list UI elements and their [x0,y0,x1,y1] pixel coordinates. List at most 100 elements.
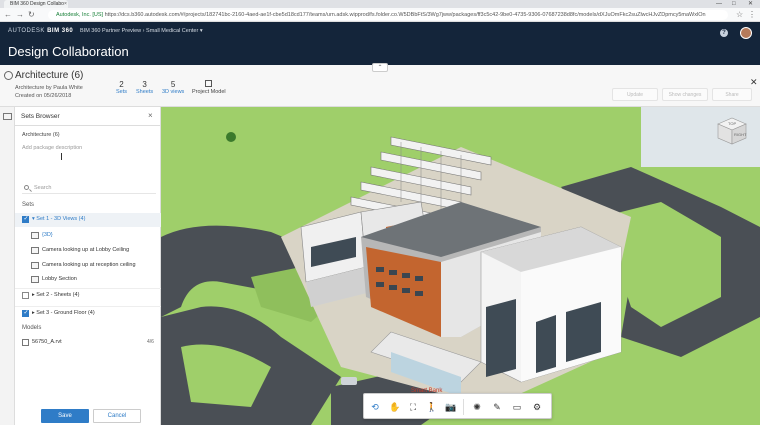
checkbox[interactable] [22,292,29,299]
package-name-field[interactable]: Architecture (6) [22,132,60,138]
back-icon[interactable]: ← [4,10,12,20]
stat-num: 3 [142,80,147,89]
set-label: ▸ Set 2 - Sheets (4) [32,292,80,298]
camera-icon[interactable]: 📷 [444,400,458,414]
page-title: Design Collaboration [8,44,129,59]
model-file-icon [22,339,29,346]
viewcube-icon[interactable]: TOP RIGHT [712,112,750,150]
sets-header: Sets [22,202,35,208]
stat-sheets[interactable]: 3 Sheets [136,80,153,95]
project-model-button[interactable]: Project Model [192,80,226,95]
viewer-toolbar: ⟲ ✋ ⛶ 🚶 📷 ✺ ✎ ▭ ⚙ [363,393,552,419]
text-cursor [61,153,62,160]
avatar[interactable] [740,27,752,39]
close-window-icon[interactable]: ✕ [748,0,753,8]
model-row[interactable]: 56750_A.rvt 4/6 [15,336,161,350]
search-input[interactable]: Search [22,183,156,194]
model-viewer-canvas[interactable]: Smart Bank [161,107,760,425]
url-text: https://dcs.b360.autodesk.com/#/projects… [104,12,706,18]
tab-title: BIM 360 Design Collabo [10,1,64,7]
show-changes-button[interactable]: Show changes [662,88,708,101]
view-label: Lobby Section [42,276,77,282]
section-view-icon [31,276,39,283]
set-row-3[interactable]: ▸ Set 3 - Ground Floor (4) [15,306,161,320]
menu-icon[interactable]: ⋮ [748,10,756,20]
camera-view-icon [31,262,39,269]
stat-num: 2 [119,80,124,89]
brand-logo[interactable]: AUTODESK BIM 360 [8,28,73,34]
stat-label: Sheets [136,89,154,95]
save-button[interactable]: Save [41,409,89,423]
package-author: Architecture by Paula White [15,85,83,91]
search-placeholder: Search [34,185,52,191]
pan-icon[interactable]: ✋ [388,400,402,414]
viewcube-right-label: RIGHT [734,132,747,137]
update-button[interactable]: Update [612,88,658,101]
help-icon[interactable]: ? [720,29,728,37]
models-header: Models [22,325,42,331]
stat-label: Sets [116,89,128,95]
stat-sets[interactable]: 2 Sets [116,80,127,95]
checkbox[interactable] [22,309,29,317]
set-label: ▾ Set 1 - 3D Views (4) [32,216,86,222]
view-label: Camera looking up at Lobby Ceiling [42,247,130,253]
browser-tab[interactable]: BIM 360 Design Collabo × [4,0,68,8]
view-row[interactable]: Camera looking up at Lobby Ceiling [15,244,161,258]
divider [15,125,161,126]
view-row[interactable]: Camera looking up at reception ceiling [15,259,161,273]
measure-icon[interactable]: ✎ [490,400,504,414]
explode-icon[interactable]: ✺ [470,400,484,414]
section-icon[interactable]: ▭ [510,400,524,414]
settings-gear-icon[interactable]: ⚙ [530,400,544,414]
sets-browser-icon[interactable] [3,113,12,120]
minimize-icon[interactable]: — [716,0,722,8]
close-icon[interactable]: ✕ [750,77,758,88]
search-icon [24,185,29,190]
close-icon[interactable]: × [148,111,153,120]
package-description-field[interactable]: Add package description [22,145,82,151]
left-rail [0,107,15,425]
checkbox[interactable] [22,215,29,223]
view-label: {3D} [42,232,53,238]
building-model-render: Smart Bank [161,107,760,425]
model-label: 56750_A.rvt [32,339,62,345]
browser-tab-strip: BIM 360 Design Collabo × — □ ✕ [0,0,760,8]
stat-3d-views[interactable]: 5 3D views [162,80,184,95]
tab-close-icon[interactable]: × [64,0,67,8]
brand-product: BIM 360 [47,28,74,34]
url-input[interactable]: Autodesk, Inc. [US] https://dcs.b360.aut… [48,10,728,20]
star-icon[interactable]: ☆ [736,10,743,20]
toolbar-divider [463,399,464,415]
view-label: Camera looking up at reception ceiling [42,262,136,268]
model-count: 4/6 [147,339,154,345]
share-button[interactable]: Share [712,88,752,101]
project-breadcrumb[interactable]: BIM 360 Partner Preview › Small Medical … [80,28,203,34]
stat-num: 5 [170,80,176,89]
project-model-label: Project Model [192,89,226,95]
cancel-button[interactable]: Cancel [93,409,141,423]
viewcube-top-label: TOP [728,121,736,126]
set-row-1[interactable]: ▾ Set 1 - 3D Views (4) [15,213,161,227]
sets-browser-panel: Sets Browser × Architecture (6) Add pack… [15,107,161,425]
orbit-icon[interactable]: ⟲ [368,400,382,414]
forward-icon[interactable]: → [16,10,24,20]
address-bar: ← → ↻ Autodesk, Inc. [US] https://dcs.b3… [0,8,760,22]
reload-icon[interactable]: ↻ [28,10,35,20]
view-row[interactable]: Lobby Section [15,273,161,287]
package-title: Architecture (6) [15,70,84,81]
package-created: Created on 05/26/2018 [15,93,72,99]
camera-view-icon [31,247,39,254]
app-header: AUTODESK BIM 360 BIM 360 Partner Preview… [0,22,760,65]
first-person-icon[interactable]: 🚶 [425,400,439,414]
cube-icon [205,80,213,87]
stat-label: 3D views [162,89,185,95]
collapse-chevron-icon[interactable]: ⌃ [372,63,388,72]
view-row[interactable]: {3D} [15,229,161,243]
fit-view-icon[interactable]: ⛶ [406,400,420,414]
maximize-icon[interactable]: □ [732,0,736,8]
secure-label: Autodesk, Inc. [US] [56,12,104,18]
brand-prefix: AUTODESK [8,28,45,34]
set-row-2[interactable]: ▸ Set 2 - Sheets (4) [15,288,161,302]
view-icon [31,232,39,239]
package-radio[interactable] [4,71,13,80]
